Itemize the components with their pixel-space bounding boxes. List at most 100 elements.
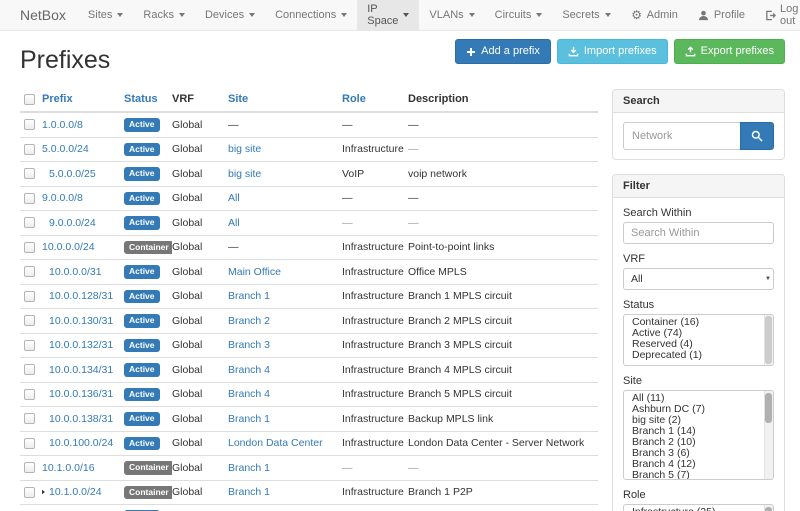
scrollbar[interactable] xyxy=(764,315,773,365)
scrollbar-thumb[interactable] xyxy=(765,393,772,423)
site-link[interactable]: Branch 1 xyxy=(228,290,270,302)
list-option[interactable]: Ashburn DC (7) xyxy=(624,404,773,415)
prefix-link[interactable]: 10.0.0.130/31 xyxy=(49,315,113,327)
nav-item-profile[interactable]: Profile xyxy=(688,0,755,30)
list-option[interactable]: Infrastructure (25) xyxy=(624,507,773,511)
status-badge: Active xyxy=(124,363,160,377)
prefix-link[interactable]: 1.0.0.0/8 xyxy=(42,119,83,131)
list-option[interactable]: big site (2) xyxy=(624,415,773,426)
row-checkbox[interactable] xyxy=(24,291,35,302)
role-listbox[interactable]: Infrastructure (25)Management (8)Private… xyxy=(623,504,774,511)
list-option[interactable]: Active (74) xyxy=(624,328,773,339)
nav-item-logout[interactable]: Log out xyxy=(755,0,800,30)
list-option[interactable]: Branch 2 (10) xyxy=(624,437,773,448)
row-checkbox[interactable] xyxy=(24,144,35,155)
site-link[interactable]: All xyxy=(228,192,240,204)
row-checkbox[interactable] xyxy=(24,438,35,449)
row-checkbox[interactable] xyxy=(24,340,35,351)
status-label: Status xyxy=(623,299,774,311)
import-prefixes-button[interactable]: Import prefixes xyxy=(557,39,668,64)
vrf-select[interactable]: All ▼ xyxy=(623,268,774,290)
site-link[interactable]: Branch 4 xyxy=(228,388,270,400)
prefix-link[interactable]: 10.1.0.0/16 xyxy=(42,462,95,474)
prefix-link[interactable]: 10.0.0.136/31 xyxy=(49,388,113,400)
site-link[interactable]: big site xyxy=(228,168,261,180)
nav-item-circuits[interactable]: Circuits xyxy=(485,0,553,30)
prefix-link[interactable]: 5.0.0.0/25 xyxy=(49,168,96,180)
row-checkbox[interactable] xyxy=(24,217,35,228)
filter-panel: Filter Search Within VRF All ▼ xyxy=(612,174,785,511)
prefix-link[interactable]: 10.0.0.0/31 xyxy=(49,266,102,278)
column-header-role[interactable]: Role xyxy=(342,93,366,105)
scrollbar-thumb[interactable] xyxy=(765,507,772,511)
brand-link[interactable]: NetBox xyxy=(12,0,78,30)
filter-field-role: Role Infrastructure (25)Management (8)Pr… xyxy=(623,489,774,511)
site-link[interactable]: Branch 1 xyxy=(228,413,270,425)
list-option[interactable]: Branch 3 (6) xyxy=(624,448,773,459)
list-option[interactable]: All (11) xyxy=(624,393,773,404)
site-link[interactable]: big site xyxy=(228,143,261,155)
nav-item-devices[interactable]: Devices xyxy=(195,0,265,30)
site-link[interactable]: Main Office xyxy=(228,266,281,278)
site-link[interactable]: Branch 2 xyxy=(228,315,270,327)
nav-item-sites[interactable]: Sites xyxy=(78,0,133,30)
scrollbar[interactable] xyxy=(764,391,773,479)
site-link[interactable]: Branch 1 xyxy=(228,462,270,474)
row-checkbox[interactable] xyxy=(24,242,35,253)
row-checkbox[interactable] xyxy=(24,193,35,204)
status-listbox[interactable]: Container (16)Active (74)Reserved (4)Dep… xyxy=(623,314,774,366)
export-prefixes-button[interactable]: Export prefixes xyxy=(674,39,785,64)
column-header-status[interactable]: Status xyxy=(124,93,158,105)
vrf-value: Global xyxy=(172,143,202,155)
prefix-link[interactable]: 10.0.0.132/31 xyxy=(49,339,113,351)
scrollbar[interactable] xyxy=(764,505,773,511)
row-checkbox[interactable] xyxy=(24,487,35,498)
import-icon xyxy=(568,46,579,57)
nav-item-admin[interactable]: ⚙ Admin xyxy=(621,0,688,30)
prefix-link[interactable]: 10.0.0.138/31 xyxy=(49,413,113,425)
description-value: Branch 1 P2P xyxy=(408,486,473,498)
site-link[interactable]: London Data Center xyxy=(228,437,323,449)
scrollbar-thumb[interactable] xyxy=(765,316,772,364)
prefix-link[interactable]: 10.1.0.0/24 xyxy=(49,486,102,498)
search-input[interactable] xyxy=(623,122,741,150)
nav-item-secrets[interactable]: Secrets xyxy=(552,0,620,30)
row-checkbox[interactable] xyxy=(24,266,35,277)
list-option[interactable]: Branch 5 (7) xyxy=(624,470,773,480)
list-option[interactable]: Container (16) xyxy=(624,317,773,328)
prefix-link[interactable]: 10.0.100.0/24 xyxy=(49,437,113,449)
site-link[interactable]: Branch 3 xyxy=(228,339,270,351)
list-option[interactable]: Branch 4 (12) xyxy=(624,459,773,470)
prefix-link[interactable]: 10.0.0.0/24 xyxy=(42,241,95,253)
row-checkbox[interactable] xyxy=(24,168,35,179)
site-link[interactable]: All xyxy=(228,217,240,229)
search-button[interactable] xyxy=(740,122,774,150)
nav-item-connections[interactable]: Connections xyxy=(265,0,357,30)
add-prefix-button[interactable]: Add a prefix xyxy=(455,39,551,64)
nav-item-label: Admin xyxy=(647,9,678,21)
site-link[interactable]: Branch 4 xyxy=(228,364,270,376)
row-checkbox[interactable] xyxy=(24,119,35,130)
nav-item-racks[interactable]: Racks xyxy=(133,0,195,30)
prefix-link[interactable]: 10.0.0.134/31 xyxy=(49,364,113,376)
list-option[interactable]: Reserved (4) xyxy=(624,339,773,350)
column-header-site[interactable]: Site xyxy=(228,93,248,105)
row-checkbox[interactable] xyxy=(24,462,35,473)
list-option[interactable]: Deprecated (1) xyxy=(624,350,773,361)
column-header-prefix[interactable]: Prefix xyxy=(42,93,73,105)
prefix-link[interactable]: 5.0.0.0/24 xyxy=(42,143,89,155)
nav-item-vlans[interactable]: VLANs xyxy=(419,0,484,30)
site-listbox[interactable]: All (11)Ashburn DC (7)big site (2)Branch… xyxy=(623,390,774,480)
prefix-link[interactable]: 10.0.0.128/31 xyxy=(49,290,113,302)
prefix-link[interactable]: 9.0.0.0/24 xyxy=(49,217,96,229)
row-checkbox[interactable] xyxy=(24,364,35,375)
prefix-link[interactable]: 9.0.0.0/8 xyxy=(42,192,83,204)
search-within-input[interactable] xyxy=(623,222,774,244)
site-link[interactable]: Branch 1 xyxy=(228,486,270,498)
nav-item-ip-space[interactable]: IP Space xyxy=(357,0,419,30)
list-option[interactable]: Branch 1 (14) xyxy=(624,426,773,437)
row-checkbox[interactable] xyxy=(24,413,35,424)
select-all-checkbox[interactable] xyxy=(24,94,35,105)
row-checkbox[interactable] xyxy=(24,315,35,326)
row-checkbox[interactable] xyxy=(24,389,35,400)
